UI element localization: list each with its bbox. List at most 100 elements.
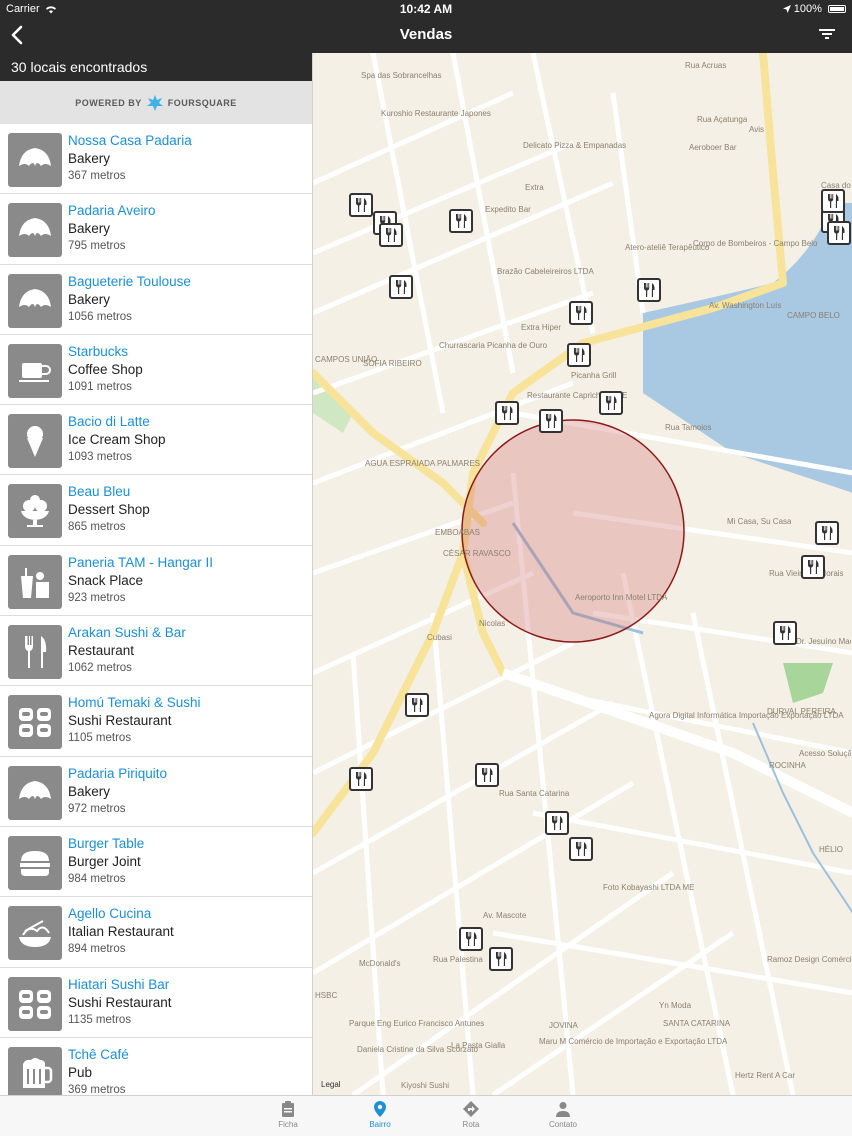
place-distance: 1093 metros xyxy=(68,451,132,464)
restaurant-pin-icon[interactable] xyxy=(567,343,591,367)
place-list-item[interactable]: Arakan Sushi & Bar Restaurant 1062 metros xyxy=(0,616,312,687)
restaurant-pin-icon[interactable] xyxy=(773,621,797,645)
tab-bairro[interactable]: Bairro xyxy=(350,1100,410,1129)
map-place-label: CÉSAR RAVASCO xyxy=(443,549,511,558)
map-place-label: HSBC xyxy=(315,991,338,1000)
restaurant-pin-icon[interactable] xyxy=(545,811,569,835)
place-name[interactable]: Homú Temaki & Sushi xyxy=(68,695,201,710)
map-place-label: Extra Hiper xyxy=(521,323,562,332)
place-name[interactable]: Burger Table xyxy=(68,836,144,851)
sushi-icon xyxy=(8,695,62,750)
place-list-item[interactable]: Tchê Café Pub 369 metros xyxy=(0,1038,312,1095)
place-distance: 795 metros xyxy=(68,240,126,253)
burger-icon xyxy=(8,835,62,890)
map-place-label: SANTA CATARINA xyxy=(663,1019,731,1028)
restaurant-pin-icon[interactable] xyxy=(801,555,825,579)
map-legal-link[interactable]: Legal xyxy=(321,1080,341,1089)
place-distance: 1091 metros xyxy=(68,380,132,393)
fork-knife-icon xyxy=(8,625,62,680)
restaurant-pin-icon[interactable] xyxy=(379,223,403,247)
place-name[interactable]: Starbucks xyxy=(68,344,128,359)
place-name[interactable]: Paneria TAM - Hangar II xyxy=(68,555,213,570)
map-place-label: ROCINHA xyxy=(769,761,806,770)
battery-icon xyxy=(828,5,846,14)
place-list-item[interactable]: Padaria Aveiro Bakery 795 metros xyxy=(0,194,312,265)
place-list-item[interactable]: Bagueterie Toulouse Bakery 1056 metros xyxy=(0,265,312,335)
place-list-item[interactable]: Paneria TAM - Hangar II Snack Place 923 me… xyxy=(0,546,312,617)
sushi-icon xyxy=(8,976,62,1031)
place-list-item[interactable]: Hiatari Sushi Bar Sushi Restaurant 1135 me… xyxy=(0,968,312,1038)
map-place-label: Rua Tamoios xyxy=(665,423,712,432)
restaurant-pin-icon[interactable] xyxy=(569,301,593,325)
restaurant-pin-icon[interactable] xyxy=(827,221,851,245)
map-place-label: Avis xyxy=(749,125,764,134)
map-place-label: McDonald's xyxy=(359,959,401,968)
place-list-item[interactable]: Nossa Casa Padaria Bakery 367 metros xyxy=(0,124,312,195)
place-list-item[interactable]: Beau Bleu Dessert Shop 865 metros xyxy=(0,475,312,546)
place-list-item[interactable]: Padaria Piriquito Bakery 972 metros xyxy=(0,757,312,827)
navigation-bar: Vendas xyxy=(0,18,852,53)
place-category: Sushi Restaurant xyxy=(68,713,172,729)
restaurant-pin-icon[interactable] xyxy=(389,275,413,299)
map-place-label: Cubasi xyxy=(427,633,452,642)
place-distance: 369 metros xyxy=(68,1083,126,1095)
place-list-item[interactable]: Starbucks Coffee Shop 1091 metros xyxy=(0,335,312,406)
clipboard-icon xyxy=(258,1100,318,1118)
map-place-label: Brazão Cabeleireiros LTDA xyxy=(497,267,594,276)
map-place-label: Ramoz Design Comércio e Serviços Eireli xyxy=(767,955,851,964)
restaurant-pin-icon[interactable] xyxy=(821,189,845,213)
map-place-label: Mi Casa, Su Casa xyxy=(727,517,792,526)
tab-rota[interactable]: Rota xyxy=(441,1100,501,1129)
place-name[interactable]: Padaria Piriquito xyxy=(68,766,167,781)
place-distance: 865 metros xyxy=(68,521,126,534)
place-distance: 1062 metros xyxy=(68,662,132,675)
restaurant-pin-icon[interactable] xyxy=(489,947,513,971)
map-place-label: Rua Açatunga xyxy=(697,115,748,124)
tab-ficha[interactable]: Ficha xyxy=(258,1100,318,1129)
place-name[interactable]: Bagueterie Toulouse xyxy=(68,274,191,289)
restaurant-pin-icon[interactable] xyxy=(405,693,429,717)
place-distance: 1105 metros xyxy=(68,732,132,745)
map-place-label: Foto Kobayashi LTDA ME xyxy=(603,883,695,892)
place-name[interactable]: Hiatari Sushi Bar xyxy=(68,977,169,992)
place-name[interactable]: Arakan Sushi & Bar xyxy=(68,625,186,640)
coffee-cup-icon xyxy=(8,343,62,398)
tab-contato[interactable]: Contato xyxy=(533,1100,593,1129)
place-category: Bakery xyxy=(68,151,111,166)
map-place-label: Av. Mascote xyxy=(483,911,527,920)
place-name[interactable]: Agello Cucina xyxy=(68,906,151,921)
map-place-label: CAMPO BELO xyxy=(787,311,840,320)
restaurant-pin-icon[interactable] xyxy=(815,521,839,545)
restaurant-pin-icon[interactable] xyxy=(475,763,499,787)
restaurant-pin-icon[interactable] xyxy=(539,409,563,433)
location-arrow-icon xyxy=(782,5,791,14)
map-view[interactable]: Spa das Sobrancelhas Kuroshio Restaurante… xyxy=(312,53,852,1095)
place-name[interactable]: Nossa Casa Padaria xyxy=(68,133,192,148)
place-name[interactable]: Beau Bleu xyxy=(68,484,130,499)
restaurant-pin-icon[interactable] xyxy=(569,837,593,861)
restaurant-pin-icon[interactable] xyxy=(349,767,373,791)
place-list-item[interactable]: Homú Temaki & Sushi Sushi Restaurant 1105 … xyxy=(0,686,312,757)
restaurant-pin-icon[interactable] xyxy=(449,209,473,233)
place-distance: 1135 metros xyxy=(68,1013,132,1026)
place-list-item[interactable]: Bacio di Latte Ice Cream Shop 1093 metros xyxy=(0,405,312,476)
map-place-label: Extra xyxy=(525,183,544,192)
restaurant-pin-icon[interactable] xyxy=(459,927,483,951)
place-list-item[interactable]: Burger Table Burger Joint 984 metros xyxy=(0,827,312,898)
restaurant-pin-icon[interactable] xyxy=(637,278,661,302)
page-title: Vendas xyxy=(399,26,453,43)
tab-label: Contato xyxy=(548,1120,578,1129)
place-list-item[interactable]: Agello Cucina Italian Restaurant 894 metro… xyxy=(0,897,312,968)
map-place-label: Rua Palestina xyxy=(433,955,483,964)
restaurant-pin-icon[interactable] xyxy=(599,391,623,415)
place-name[interactable]: Bacio di Latte xyxy=(68,414,150,429)
place-list[interactable]: Nossa Casa Padaria Bakery 367 metros Padari… xyxy=(0,124,312,1095)
place-name[interactable]: Tchê Café xyxy=(68,1047,129,1062)
place-name[interactable]: Padaria Aveiro xyxy=(68,203,156,218)
restaurant-pin-icon[interactable] xyxy=(495,401,519,425)
map-place-label: Hertz Rent A Car xyxy=(735,1071,796,1080)
results-count: 30 locais encontrados xyxy=(0,53,312,81)
filter-button[interactable] xyxy=(818,26,836,42)
map-place-label: Nicolas xyxy=(479,619,506,628)
restaurant-pin-icon[interactable] xyxy=(349,193,373,217)
